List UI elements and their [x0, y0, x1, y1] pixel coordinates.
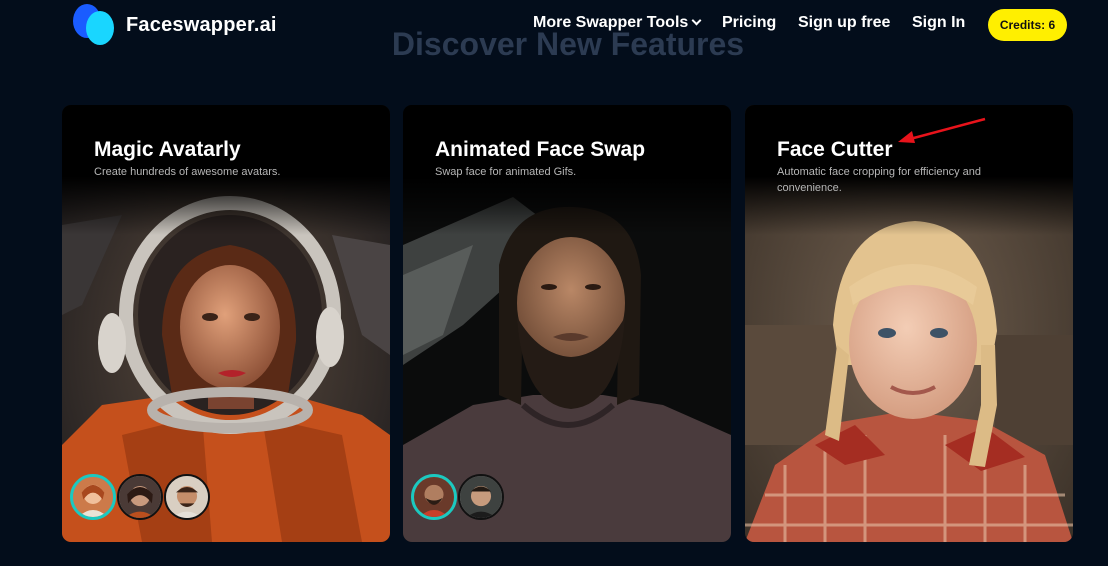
brand-name: Faceswapper.ai [126, 14, 277, 36]
more-swapper-tools-dropdown[interactable]: More Swapper Tools [533, 14, 702, 32]
pricing-link[interactable]: Pricing [722, 14, 776, 32]
feature-card-magic-avatarly[interactable]: Magic Avatarly Create hundreds of awesom… [62, 105, 390, 542]
sign-in-link[interactable]: Sign In [912, 14, 965, 32]
brand-logo[interactable]: Faceswapper.ai [72, 4, 276, 48]
card-description: Swap face for animated Gifs. [435, 166, 577, 178]
avatar-thumbnail[interactable] [70, 474, 116, 520]
card-title: Magic Avatarly [94, 138, 241, 161]
red-arrow-icon [898, 117, 986, 143]
card-title: Face Cutter [777, 138, 893, 161]
credits-button[interactable]: Credits: 6 [988, 9, 1067, 41]
feature-card-animated-face-swap[interactable]: Animated Face Swap Swap face for animate… [403, 105, 731, 542]
sign-up-free-link[interactable]: Sign up free [798, 14, 890, 32]
top-navigation-bar: Faceswapper.ai More Swapper Tools Pricin… [0, 0, 1108, 50]
avatar-thumbnail[interactable] [458, 474, 504, 520]
feature-card-face-cutter[interactable]: Face Cutter Automatic face cropping for … [745, 105, 1073, 542]
more-swapper-tools-label: More Swapper Tools [533, 14, 689, 31]
avatar-thumbnail[interactable] [411, 474, 457, 520]
avatar-thumbnail[interactable] [117, 474, 163, 520]
card-description: Automatic face cropping for efficiency a… [777, 166, 982, 194]
card-title: Animated Face Swap [435, 138, 646, 161]
faceswapper-logo-icon [72, 4, 116, 48]
card-description: Create hundreds of awesome avatars. [94, 166, 281, 178]
chevron-down-icon [691, 15, 702, 26]
avatar-thumbnail[interactable] [164, 474, 210, 520]
